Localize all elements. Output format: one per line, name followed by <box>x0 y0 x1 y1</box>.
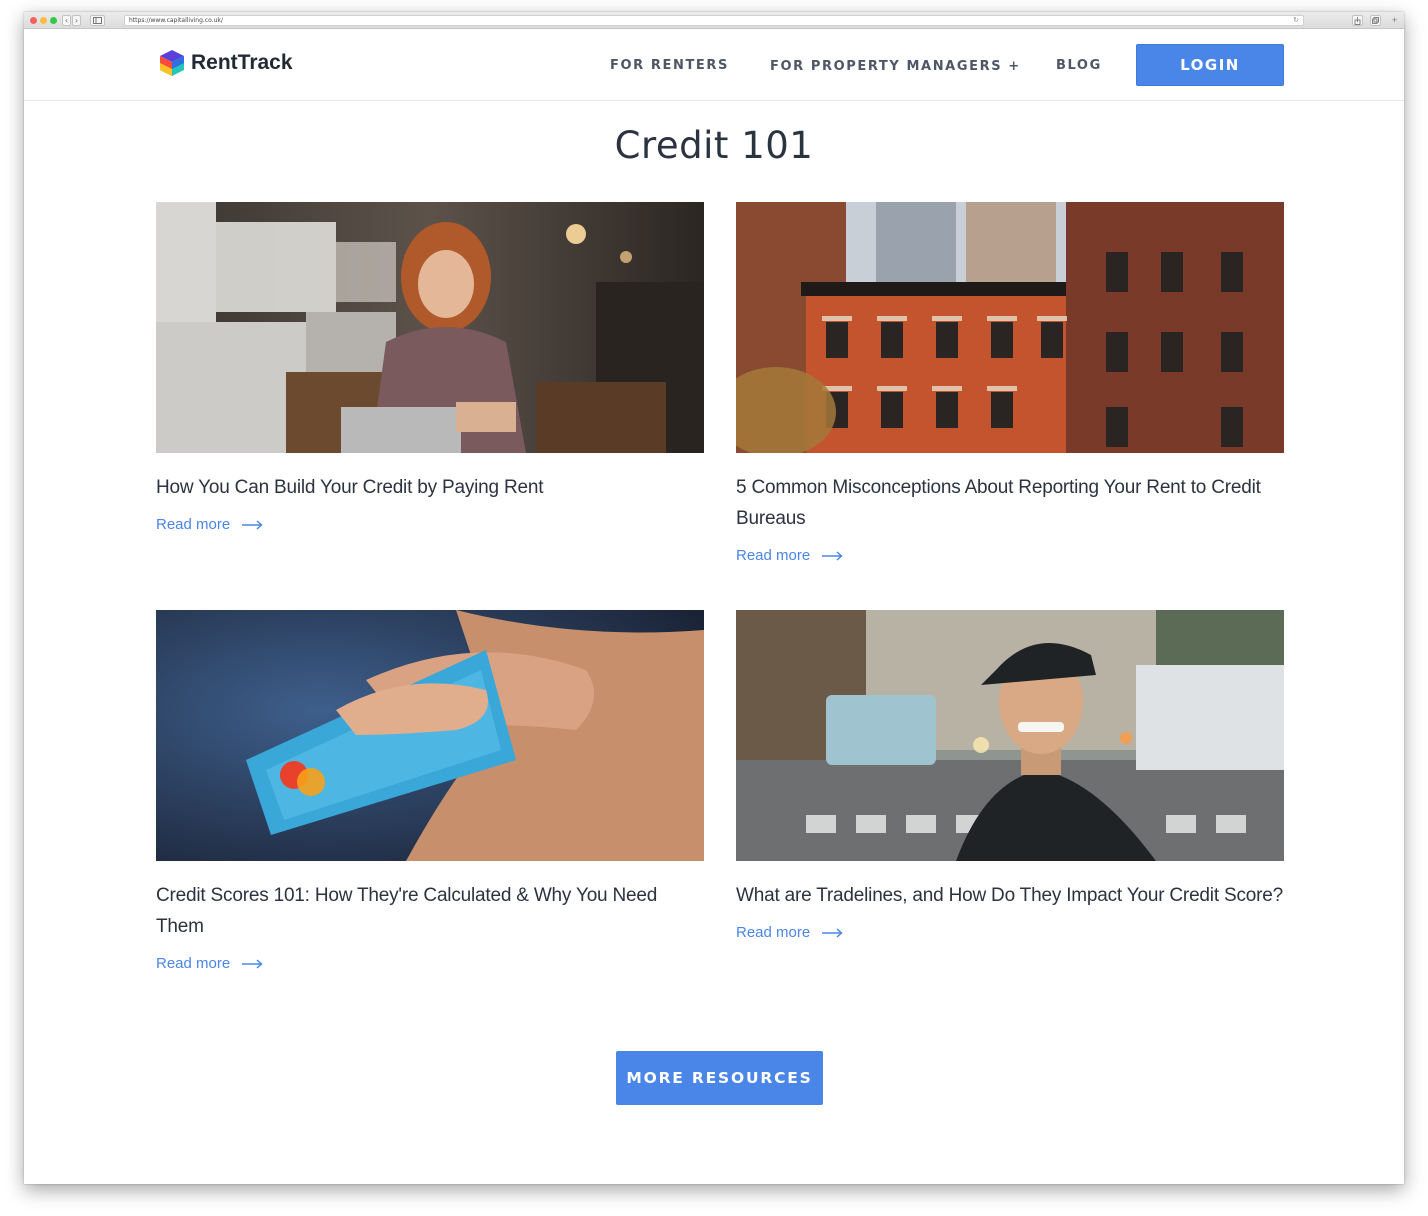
back-button[interactable]: ‹ <box>62 15 71 26</box>
site-header: RentTrack FOR RENTERS FOR PROPERTY MANAG… <box>24 30 1404 101</box>
arrow-right-icon <box>822 550 843 561</box>
logo-text: RentTrack <box>191 51 293 74</box>
article-card: 5 Common Misconceptions About Reporting … <box>736 202 1284 564</box>
city-brick-buildings-photo[interactable] <box>736 202 1284 453</box>
card-image-art <box>736 202 1284 453</box>
read-more-label: Read more <box>736 547 811 564</box>
article-title[interactable]: How You Can Build Your Credit by Paying … <box>156 472 704 503</box>
arrow-right-icon <box>822 927 843 938</box>
article-title[interactable]: Credit Scores 101: How They're Calculate… <box>156 880 704 942</box>
login-button[interactable]: LOGIN <box>1136 44 1284 86</box>
zoom-window-button[interactable] <box>50 17 57 24</box>
url-text: https://www.capitalliving.co.uk/ <box>129 17 223 24</box>
card-image-art <box>156 610 704 861</box>
nav-for-property-managers[interactable]: FOR PROPERTY MANAGERS + <box>770 59 1021 74</box>
nav-for-renters[interactable]: FOR RENTERS <box>610 58 729 73</box>
read-more-link[interactable]: Read more <box>736 547 1284 564</box>
new-tab-button[interactable]: + <box>1392 15 1397 25</box>
article-title[interactable]: 5 Common Misconceptions About Reporting … <box>736 472 1284 534</box>
close-window-button[interactable] <box>30 17 37 24</box>
card-image-art <box>156 202 704 453</box>
woman-laptop-cafe-photo[interactable] <box>156 202 704 453</box>
sidebar-icon <box>93 17 102 24</box>
address-bar[interactable]: https://www.capitalliving.co.uk/ ↻ <box>124 15 1304 26</box>
article-card: What are Tradelines, and How Do They Imp… <box>736 610 1284 941</box>
page-title: Credit 101 <box>614 124 814 167</box>
sidebar-toggle-button[interactable] <box>90 15 105 26</box>
logo[interactable]: RentTrack <box>156 47 293 79</box>
read-more-label: Read more <box>736 924 811 941</box>
minimize-window-button[interactable] <box>40 17 47 24</box>
share-button[interactable] <box>1352 15 1363 26</box>
arrow-right-icon <box>242 958 263 969</box>
card-image-art <box>736 610 1284 861</box>
share-icon <box>1354 17 1361 25</box>
read-more-label: Read more <box>156 955 231 972</box>
nav-blog[interactable]: BLOG <box>1056 58 1102 73</box>
browser-toolbar: ‹ › https://www.capitalliving.co.uk/ ↻ + <box>24 12 1404 29</box>
read-more-label: Read more <box>156 516 231 533</box>
hand-credit-card-photo[interactable] <box>156 610 704 861</box>
more-resources-button[interactable]: MORE RESOURCES <box>616 1051 823 1105</box>
read-more-link[interactable]: Read more <box>156 516 704 533</box>
renttrack-logo-icon <box>160 50 184 76</box>
man-street-cap-photo[interactable] <box>736 610 1284 861</box>
browser-window: ‹ › https://www.capitalliving.co.uk/ ↻ + <box>24 12 1404 1184</box>
reload-icon[interactable]: ↻ <box>1293 16 1299 25</box>
article-card: Credit Scores 101: How They're Calculate… <box>156 610 704 972</box>
forward-button[interactable]: › <box>72 15 81 26</box>
read-more-link[interactable]: Read more <box>156 955 704 972</box>
read-more-link[interactable]: Read more <box>736 924 1284 941</box>
tabs-icon <box>1372 17 1379 24</box>
article-card: How You Can Build Your Credit by Paying … <box>156 202 704 533</box>
article-title[interactable]: What are Tradelines, and How Do They Imp… <box>736 880 1284 911</box>
arrow-right-icon <box>242 519 263 530</box>
show-tabs-button[interactable] <box>1370 15 1381 26</box>
